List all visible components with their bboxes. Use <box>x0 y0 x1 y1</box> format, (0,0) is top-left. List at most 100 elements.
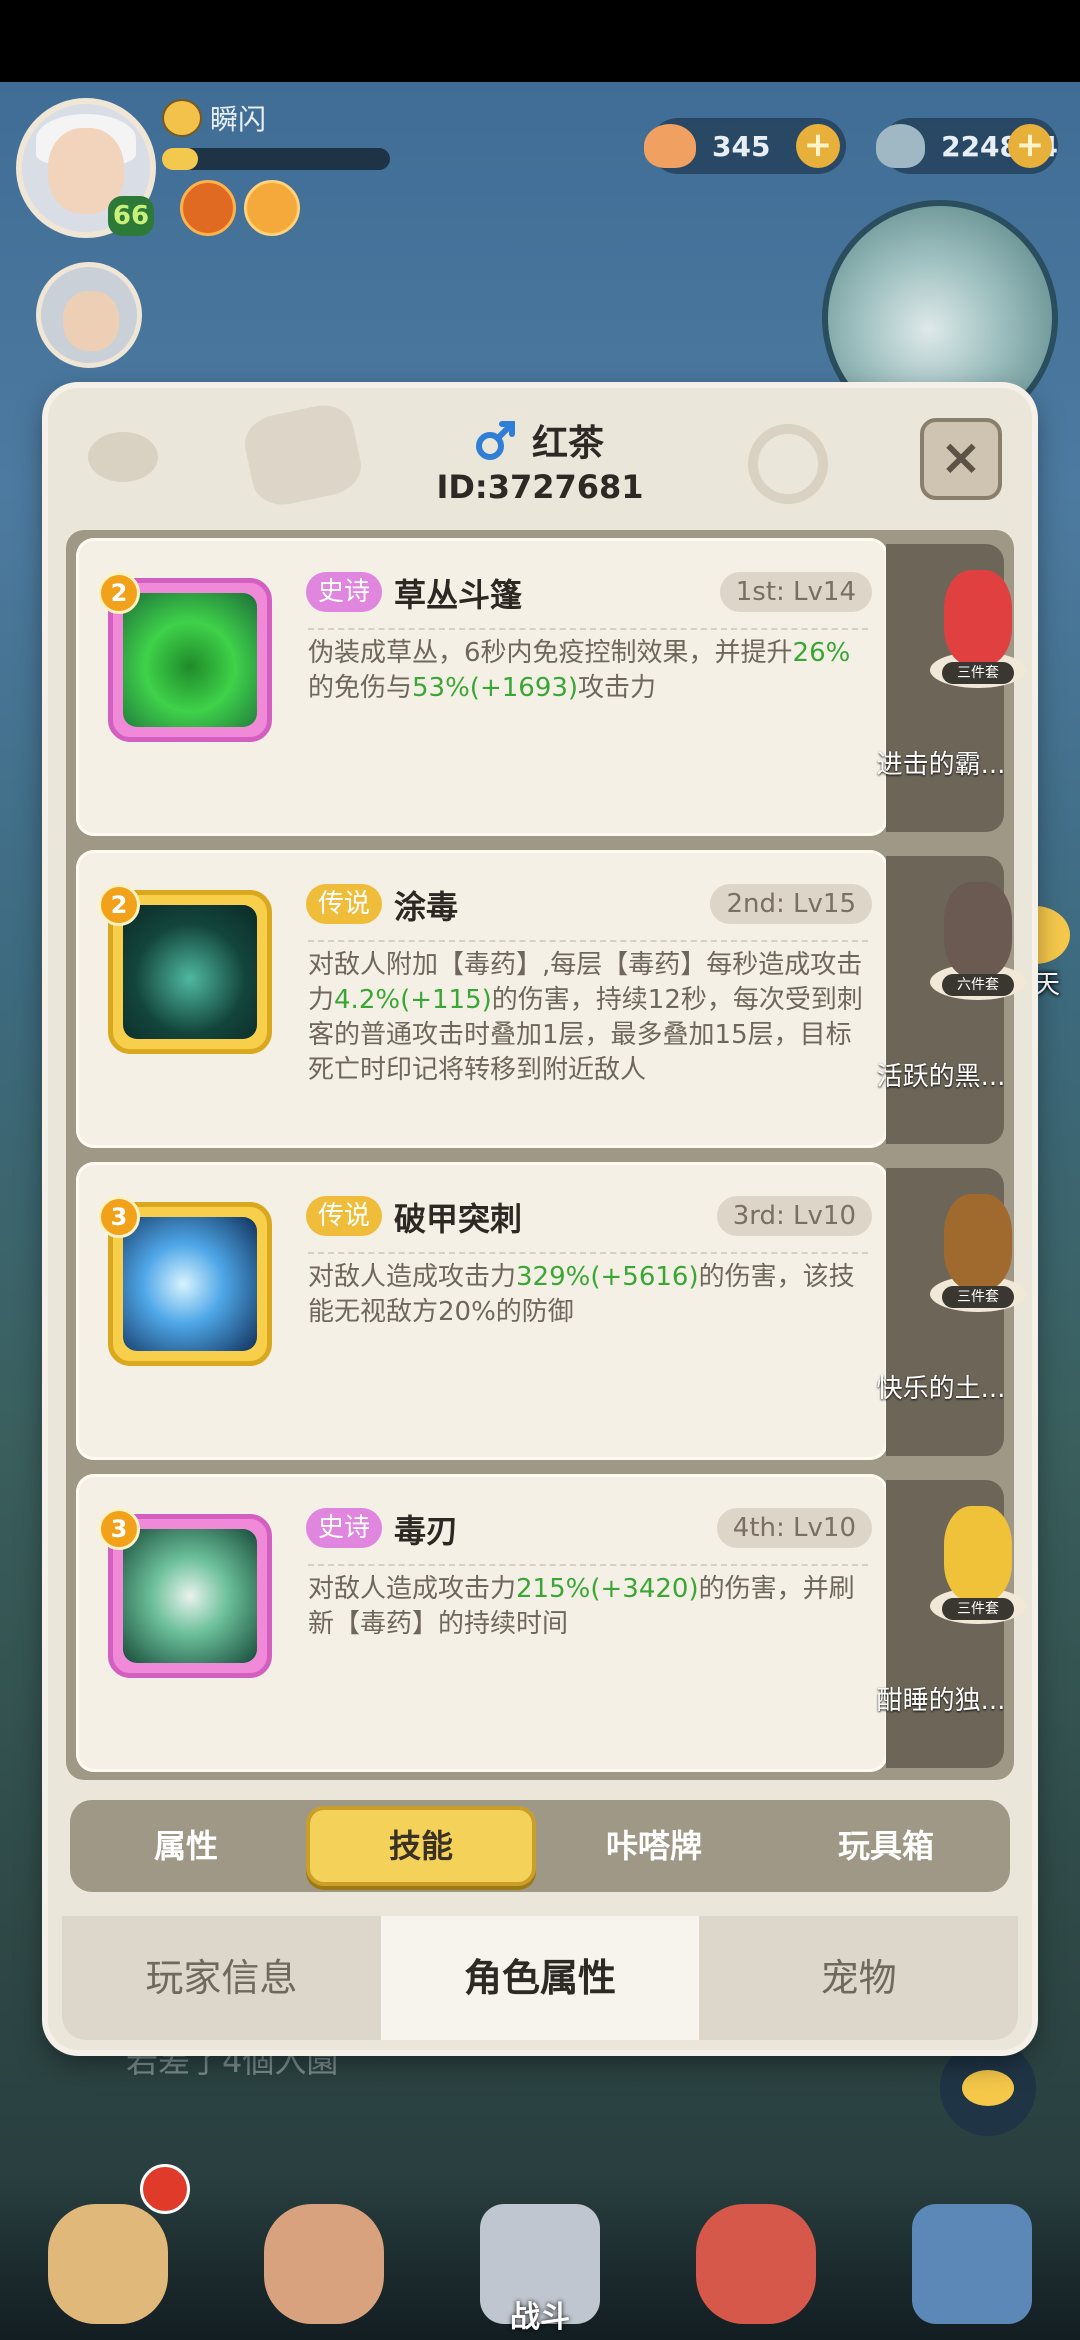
skill-name: 毒刃 <box>394 1512 459 1550</box>
skill-level-badge: 3 <box>98 1508 140 1550</box>
skill-description-text: 的免伤与 <box>308 673 413 703</box>
nav-portal[interactable] <box>882 2178 1062 2340</box>
set-size-label: 三件套 <box>942 1598 1014 1620</box>
skill-description: 对敌人造成攻击力215%(+3420)的伤害，并刷新【毒药】的持续时间 <box>308 1572 876 1642</box>
chat-fab-button[interactable] <box>940 2040 1036 2136</box>
subtab-bar: 属性 技能 咔嗒牌 玩具箱 <box>70 1800 1010 1892</box>
skill-icon <box>123 905 257 1039</box>
main-tabs: 玩家信息 角色属性 宠物 <box>62 1916 1019 2040</box>
pearl-icon <box>876 124 926 168</box>
skill-card[interactable]: 3 史诗 毒刃 4th: Lv10 对敌人造成攻击力215%(+3420)的伤害，并刷新… <box>76 1474 888 1772</box>
skill-level-badge: 2 <box>98 572 140 614</box>
skill-description: 对敌人附加【毒药】,每层【毒药】每秒造成攻击力4.2%(+115)的伤害，持续1… <box>308 948 876 1088</box>
rarity-tag: 史诗 <box>306 1508 383 1548</box>
skill-description: 伪装成草丛，6秒内免疫控制效果，并提升26% 的免伤与53%(+1693)攻击力 <box>308 636 876 706</box>
nav-hero[interactable] <box>234 2178 414 2340</box>
skill-panel: 2 史诗 草丛斗篷 1st: Lv14 伪装成草丛，6秒内免疫控制效果，并提升26%的免… <box>66 530 1026 1780</box>
subtab-attributes[interactable]: 属性 <box>70 1806 302 1886</box>
skill-description: 对敌人造成攻击力329%(+5616)的伤害，该技能无视敌方20%的防御 <box>308 1260 876 1330</box>
nav-battle-label: 战斗 <box>510 2300 570 2335</box>
set-card[interactable]: 六件套活跃的黑... <box>877 856 1026 1144</box>
shell-icon <box>644 124 696 168</box>
character-icon <box>48 2204 168 2324</box>
notification-bell-icon <box>140 2164 190 2214</box>
subtab-skills[interactable]: 技能 <box>306 1806 536 1886</box>
set-figure-icon: 三件套 <box>930 1506 1026 1624</box>
rarity-tag: 史诗 <box>306 572 383 612</box>
modal-player-id: ID:3727681 <box>436 468 644 506</box>
set-card[interactable]: 三件套酣睡的独... <box>877 1480 1026 1768</box>
set-size-label: 三件套 <box>942 662 1014 684</box>
male-icon <box>476 421 515 460</box>
subtab-cards[interactable]: 咔嗒牌 <box>538 1806 770 1886</box>
player-name-row: 瞬闪 <box>162 98 266 138</box>
skill-card[interactable]: 3 传说 破甲突刺 3rd: Lv10 对敌人造成攻击力329%(+5616)的伤害，该… <box>76 1162 888 1460</box>
set-figure-icon: 三件套 <box>930 1194 1026 1312</box>
nav-pet[interactable] <box>666 2178 846 2340</box>
skill-slot-level: 4th: Lv10 <box>716 1508 872 1548</box>
pet-icon <box>696 2204 816 2324</box>
skill-name: 草丛斗篷 <box>394 576 523 614</box>
divider <box>308 1564 868 1566</box>
skill-description-text: 对敌人造成攻击力 <box>308 1262 517 1292</box>
teammate-avatar[interactable] <box>36 262 142 368</box>
skill-slot-level: 1st: Lv14 <box>719 572 872 612</box>
exp-bar-fill <box>162 148 199 170</box>
tab-pet[interactable]: 宠物 <box>699 1916 1019 2040</box>
skill-name: 破甲突刺 <box>394 1200 523 1238</box>
currency-shell: 345 + <box>644 118 846 174</box>
modal-player-name: 红茶 <box>532 423 605 464</box>
skill-card[interactable]: 2 传说 涂毒 2nd: Lv15 对敌人附加【毒药】,每层【毒药】每秒造成攻击力4.2… <box>76 850 888 1148</box>
buff-icon[interactable] <box>244 180 300 236</box>
skill-value-highlight: 53%(+1693) <box>412 673 579 703</box>
skill-value-highlight: 329%(+5616) <box>516 1262 699 1292</box>
player-info-modal: 红茶 ID:3727681 × 2 史诗 草丛斗篷 1st: Lv14 伪装成草丛，6秒… <box>48 388 1032 2050</box>
figure-body <box>944 882 1012 978</box>
skill-description-text: 伪装成草丛，6秒内免疫控制效果，并提升 <box>308 638 793 668</box>
set-figure-icon: 三件套 <box>930 570 1026 688</box>
skill-slot-level: 3rd: Lv10 <box>716 1196 872 1236</box>
rarity-tag: 传说 <box>306 884 383 924</box>
add-currency-button[interactable]: + <box>1008 124 1052 168</box>
status-bar <box>0 0 1080 82</box>
set-size-label: 三件套 <box>942 1286 1014 1308</box>
tab-player-info[interactable]: 玩家信息 <box>62 1916 381 2040</box>
set-card[interactable]: 三件套进击的霸... <box>877 544 1026 832</box>
add-currency-button[interactable]: + <box>796 124 840 168</box>
skill-icon <box>123 593 257 727</box>
divider <box>308 628 868 630</box>
chat-dots-icon <box>962 2070 1014 2106</box>
skill-name: 涂毒 <box>394 888 459 926</box>
set-name: 快乐的土... <box>876 1374 1006 1404</box>
tab-character-attributes[interactable]: 角色属性 <box>380 1916 700 2040</box>
set-name: 酣睡的独... <box>876 1686 1006 1716</box>
skill-card[interactable]: 2 史诗 草丛斗篷 1st: Lv14 伪装成草丛，6秒内免疫控制效果，并提升26% 的免… <box>76 538 888 836</box>
close-button[interactable]: × <box>920 418 1002 500</box>
divider <box>308 1252 868 1254</box>
set-figure-icon: 六件套 <box>930 882 1026 1000</box>
subtab-toybox[interactable]: 玩具箱 <box>770 1806 1002 1886</box>
set-card[interactable]: 三件套快乐的土... <box>877 1168 1026 1456</box>
skill-description-text: 攻击力 <box>578 673 657 703</box>
skill-icon <box>123 1217 257 1351</box>
skill-description-text: 对敌人造成攻击力 <box>308 1574 517 1604</box>
figure-body <box>944 1506 1012 1602</box>
figure-body <box>944 570 1012 666</box>
currency-pearl: 224884 + <box>876 118 1058 174</box>
portal-icon <box>912 2204 1032 2324</box>
divider <box>308 940 868 942</box>
figure-body <box>944 1194 1012 1290</box>
set-size-label: 六件套 <box>942 974 1014 996</box>
buff-icon[interactable] <box>180 180 236 236</box>
skill-slot-level: 2nd: Lv15 <box>710 884 872 924</box>
set-name: 进击的霸... <box>876 750 1006 780</box>
skill-value-highlight: 26% <box>792 638 851 668</box>
player-level-badge: 66 <box>108 196 154 236</box>
currency-value: 345 <box>712 129 771 163</box>
skill-level-badge: 3 <box>98 1196 140 1238</box>
emote-icon <box>162 99 202 137</box>
nav-battle[interactable]: 战斗 <box>450 2178 630 2340</box>
set-name: 活跃的黑... <box>876 1062 1006 1092</box>
hero-icon <box>264 2204 384 2324</box>
skill-value-highlight: 215%(+3420) <box>516 1574 699 1604</box>
